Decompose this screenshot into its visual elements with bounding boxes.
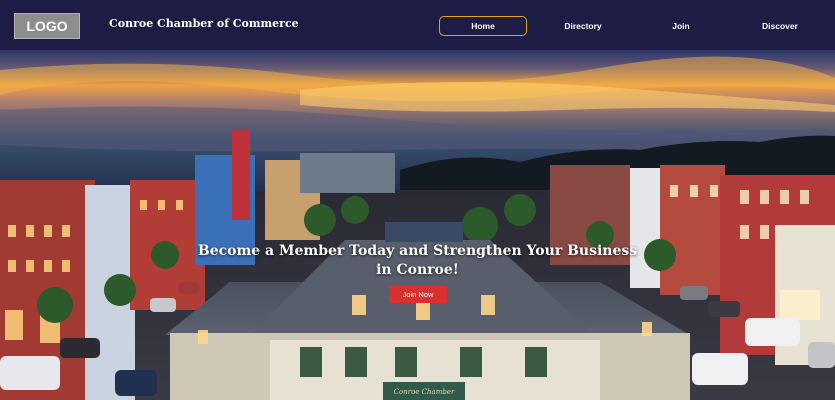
join-now-button[interactable]: Join Now — [389, 286, 447, 303]
hero-section: Conroe Chamber Become a Member Today and… — [0, 50, 835, 400]
top-navbar: LOGO Conroe Chamber of Commerce Home Dir… — [0, 0, 835, 50]
nav-home-button[interactable]: Home — [439, 16, 527, 36]
logo[interactable]: LOGO — [14, 13, 80, 39]
nav-directory-link[interactable]: Directory — [554, 16, 612, 36]
building-sign: Conroe Chamber — [394, 388, 455, 396]
hero-title: Become a Member Today and Strengthen You… — [197, 243, 638, 278]
hero-background-image: Conroe Chamber — [0, 50, 835, 400]
brand-name[interactable]: Conroe Chamber of Commerce — [109, 17, 299, 30]
nav-join-link[interactable]: Join — [662, 16, 700, 36]
nav-discover-link[interactable]: Discover — [752, 16, 808, 36]
